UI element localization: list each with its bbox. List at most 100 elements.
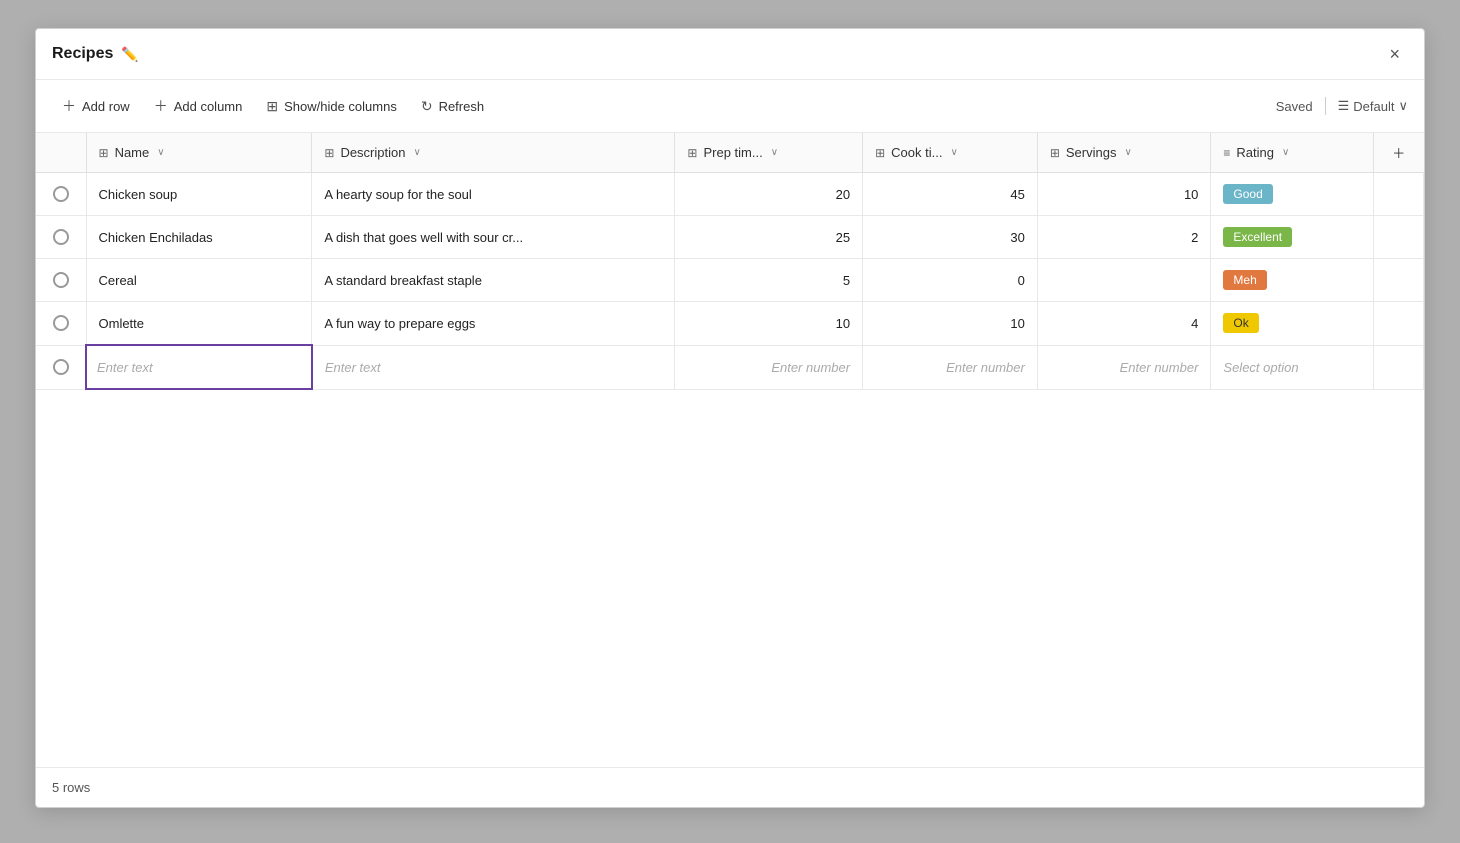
new-row-servings-placeholder: Enter number [1120,360,1199,375]
table-header-row: ⊞ Name ∨ ⊞ Description ∨ [36,133,1424,173]
row-desc-cell[interactable]: A dish that goes well with sour cr... [312,216,675,259]
add-column-label: Add column [174,99,243,114]
servings-sort-icon: ∨ [1124,147,1131,158]
new-row-name-placeholder: Enter text [97,360,153,375]
rating-badge: Ok [1223,313,1258,333]
row-prep-cell[interactable]: 25 [675,216,863,259]
row-checkbox-cell [36,216,86,259]
row-prep-cell[interactable]: 10 [675,302,863,346]
col-header-name[interactable]: ⊞ Name ∨ [86,133,312,173]
col-header-cook-time[interactable]: ⊞ Cook ti... ∨ [863,133,1038,173]
row-desc-cell[interactable]: A standard breakfast staple [312,259,675,302]
cook-col-label: Cook ti... [891,145,942,160]
list-icon: ☰ [1338,98,1350,114]
new-row-desc-cell[interactable]: Enter text [312,345,675,389]
chevron-down-icon: ∨ [1398,98,1408,114]
prep-sort-icon: ∨ [771,147,778,158]
add-col-header[interactable]: ＋ [1374,133,1424,173]
checkbox-header-col [36,133,86,173]
table-container: ⊞ Name ∨ ⊞ Description ∨ [36,133,1424,767]
row-checkbox-cell [36,302,86,346]
show-hide-icon: ⊞ [266,98,278,115]
new-row-desc-placeholder: Enter text [325,360,381,375]
show-hide-columns-button[interactable]: ⊞ Show/hide columns [256,92,406,121]
row-checkbox-0[interactable] [53,186,69,202]
row-rating-cell[interactable]: Good [1211,173,1374,216]
row-servings-cell[interactable] [1037,259,1211,302]
row-rating-cell[interactable]: Excellent [1211,216,1374,259]
row-name-cell[interactable]: Cereal [86,259,312,302]
row-checkbox-2[interactable] [53,272,69,288]
rows-count-label: 5 rows [52,780,90,795]
toolbar-divider [1325,97,1326,115]
new-row-cook-placeholder: Enter number [946,360,1025,375]
toolbar-right: Saved ☰ Default ∨ [1276,97,1408,115]
row-cook-cell[interactable]: 30 [863,216,1038,259]
new-row-rating-cell[interactable]: Select option [1211,345,1374,389]
col-header-description[interactable]: ⊞ Description ∨ [312,133,675,173]
close-button[interactable]: × [1381,41,1408,67]
desc-sort-icon: ∨ [413,147,420,158]
add-row-button[interactable]: ＋ Add row [52,90,140,122]
add-row-label: Add row [82,99,130,114]
new-row-cook-cell[interactable]: Enter number [863,345,1038,389]
edit-title-icon[interactable]: ✏️ [121,46,138,63]
table-row: Chicken EnchiladasA dish that goes well … [36,216,1424,259]
table-row: Chicken soupA hearty soup for the soul20… [36,173,1424,216]
table-body: Chicken soupA hearty soup for the soul20… [36,173,1424,390]
col-header-rating[interactable]: ≡ Rating ∨ [1211,133,1374,173]
row-cook-cell[interactable]: 0 [863,259,1038,302]
rating-badge: Excellent [1223,227,1292,247]
new-row-prep-cell[interactable]: Enter number [675,345,863,389]
row-add-col [1374,216,1424,259]
row-name-cell[interactable]: Chicken Enchiladas [86,216,312,259]
col-header-servings[interactable]: ⊞ Servings ∨ [1037,133,1211,173]
row-checkbox-1[interactable] [53,229,69,245]
row-rating-cell[interactable]: Meh [1211,259,1374,302]
modal-header: Recipes ✏️ × [36,29,1424,80]
cook-col-icon: ⊞ [875,146,885,160]
new-row-checkbox-cell [36,345,86,389]
table-footer: 5 rows [36,767,1424,807]
row-checkbox-3[interactable] [53,315,69,331]
row-name-cell[interactable]: Omlette [86,302,312,346]
show-hide-label: Show/hide columns [284,99,397,114]
prep-col-label: Prep tim... [703,145,762,160]
new-row-name-cell[interactable]: Enter text [86,345,312,389]
row-add-col [1374,259,1424,302]
refresh-button[interactable]: ↻ Refresh [411,92,494,121]
servings-col-icon: ⊞ [1050,146,1060,160]
row-servings-cell[interactable]: 10 [1037,173,1211,216]
row-servings-cell[interactable]: 4 [1037,302,1211,346]
new-row-checkbox[interactable] [53,359,69,375]
row-servings-cell[interactable]: 2 [1037,216,1211,259]
desc-col-label: Description [340,145,405,160]
refresh-icon: ↻ [421,98,433,115]
row-prep-cell[interactable]: 5 [675,259,863,302]
row-desc-cell[interactable]: A fun way to prepare eggs [312,302,675,346]
rating-sort-icon: ∨ [1282,147,1289,158]
row-cook-cell[interactable]: 45 [863,173,1038,216]
row-name-cell[interactable]: Chicken soup [86,173,312,216]
new-row-prep-placeholder: Enter number [771,360,850,375]
toolbar: ＋ Add row ＋ Add column ⊞ Show/hide colum… [36,80,1424,133]
refresh-label: Refresh [439,99,485,114]
row-add-col [1374,173,1424,216]
recipes-modal: Recipes ✏️ × ＋ Add row ＋ Add column ⊞ Sh… [35,28,1425,808]
new-row-add-col [1374,345,1424,389]
default-view-button[interactable]: ☰ Default ∨ [1338,98,1408,114]
prep-col-icon: ⊞ [687,146,697,160]
row-desc-cell[interactable]: A hearty soup for the soul [312,173,675,216]
col-header-prep-time[interactable]: ⊞ Prep tim... ∨ [675,133,863,173]
new-row-rating-placeholder: Select option [1223,360,1298,375]
add-column-button[interactable]: ＋ Add column [144,90,253,122]
new-row-servings-cell[interactable]: Enter number [1037,345,1211,389]
row-add-col [1374,302,1424,346]
default-view-label: Default [1353,99,1394,114]
row-rating-cell[interactable]: Ok [1211,302,1374,346]
row-prep-cell[interactable]: 20 [675,173,863,216]
rating-badge: Meh [1223,270,1266,290]
name-col-icon: ⊞ [99,146,109,160]
row-checkbox-cell [36,173,86,216]
row-cook-cell[interactable]: 10 [863,302,1038,346]
